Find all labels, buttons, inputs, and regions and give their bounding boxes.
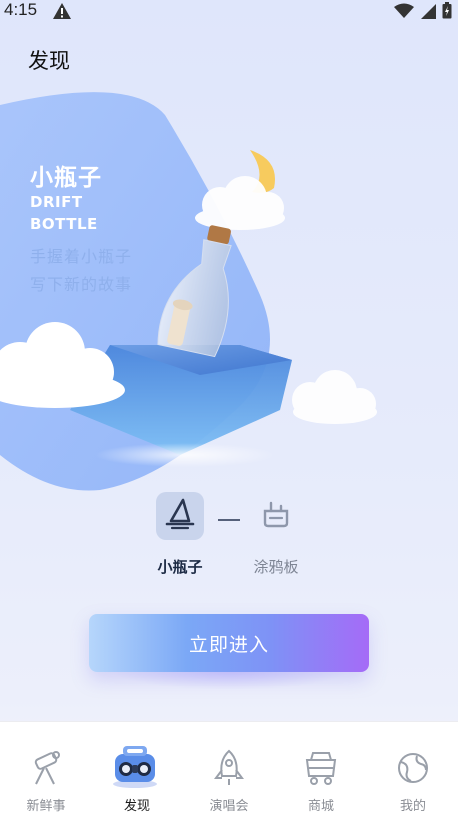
mode-drift-bottle[interactable]: 小瓶子	[130, 492, 230, 577]
bottom-tab-bar: 新鲜事 发现 演唱会 商城 我的	[0, 721, 458, 820]
status-time: 4:15	[4, 0, 38, 19]
tab-label-profile: 我的	[399, 799, 426, 814]
tab-label-concert: 演唱会	[209, 799, 249, 814]
tab-concert[interactable]: 演唱会	[183, 722, 275, 820]
radio-robot-icon	[109, 740, 161, 790]
tab-discover[interactable]: 发现	[91, 722, 183, 820]
tab-label-shop: 商城	[307, 799, 334, 814]
signal-icon	[420, 3, 436, 23]
mode-label-bottle: 小瓶子	[157, 558, 203, 576]
bottle-sail-icon	[163, 497, 197, 535]
tab-profile[interactable]: 我的	[367, 722, 458, 820]
enter-now-button[interactable]: 立即进入	[89, 614, 369, 672]
mode-doodle-board[interactable]: 涂鸦板	[226, 492, 326, 577]
tab-shop[interactable]: 商城	[275, 722, 367, 820]
tab-label-news: 新鲜事	[26, 799, 66, 814]
telescope-icon	[26, 748, 66, 788]
battery-icon	[442, 2, 452, 23]
status-bar: 4:15	[0, 0, 458, 22]
planet-icon	[393, 748, 433, 788]
rocket-icon	[209, 748, 249, 788]
mode-switch: 小瓶子 涂鸦板	[0, 492, 458, 582]
mode-label-board: 涂鸦板	[253, 558, 299, 576]
wifi-icon	[394, 3, 414, 23]
warning-icon	[52, 2, 72, 24]
paint-brush-icon	[259, 497, 293, 535]
cart-icon	[301, 748, 341, 788]
tab-news[interactable]: 新鲜事	[0, 722, 92, 820]
tab-label-discover: 发现	[123, 799, 150, 814]
page-title: 发现	[28, 49, 70, 73]
drift-bottle-illustration	[0, 140, 458, 474]
